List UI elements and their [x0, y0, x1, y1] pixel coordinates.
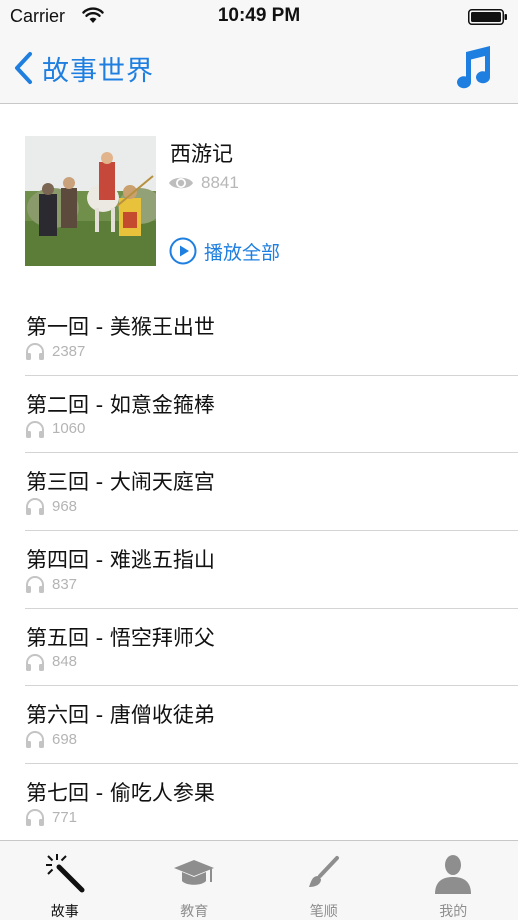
play-count-value: 1060 — [52, 420, 86, 438]
list-item[interactable]: 第四回 - 难逃五指山 837 — [25, 531, 518, 609]
headphones-icon — [26, 653, 44, 671]
list-item[interactable]: 第一回 - 美猴王出世 2387 — [25, 298, 518, 376]
list-item[interactable]: 第七回 - 偷吃人参果 771 — [25, 764, 518, 842]
person-icon — [435, 855, 472, 894]
views-count: 8841 — [201, 173, 239, 192]
headphones-icon — [26, 731, 44, 749]
play-count: 1060 — [25, 419, 85, 439]
list-item[interactable]: 第三回 - 大闹天庭宫 968 — [25, 453, 518, 532]
play-count-value: 848 — [52, 653, 78, 671]
play-count-value: 771 — [52, 808, 78, 826]
episode-title: 第四回 - 难逃五指山 — [26, 548, 215, 573]
play-all-label: 播放全部 — [204, 241, 281, 264]
play-count-value: 837 — [52, 575, 78, 593]
episode-title: 第五回 - 悟空拜师父 — [26, 625, 215, 650]
navigation-bar: 故事世界 — [0, 34, 518, 104]
play-count: 698 — [25, 729, 77, 749]
paintbrush-icon — [308, 856, 339, 887]
back-title: 故事世界 — [42, 55, 154, 87]
tab-education[interactable]: 教育 — [130, 841, 260, 920]
battery-icon — [468, 9, 507, 25]
back-button[interactable]: 故事世界 — [12, 48, 154, 88]
eye-icon — [169, 177, 193, 189]
play-count: 837 — [25, 574, 77, 594]
episode-title: 第二回 - 如意金箍棒 — [26, 392, 215, 417]
headphones-icon — [26, 576, 44, 594]
list-item[interactable]: 第二回 - 如意金箍棒 1060 — [25, 376, 518, 454]
episode-title: 第六回 - 唐僧收徒弟 — [26, 703, 215, 728]
tab-label: 我的 — [439, 904, 468, 920]
tab-label: 笔顺 — [309, 904, 338, 920]
headphones-icon — [26, 420, 44, 438]
play-count-value: 2387 — [52, 342, 86, 360]
play-all-button[interactable]: 播放全部 — [169, 236, 280, 266]
tab-stroke-order[interactable]: 笔顺 — [259, 841, 389, 920]
play-count: 848 — [25, 652, 77, 672]
episode-title: 第七回 - 偷吃人参果 — [26, 781, 215, 806]
status-bar: Carrier 10:49 PM — [0, 0, 518, 34]
headphones-icon — [26, 343, 44, 360]
list-item[interactable]: 第六回 - 唐僧收徒弟 698 — [25, 686, 518, 765]
album-cover-image — [25, 136, 156, 266]
cover-illustration — [25, 136, 156, 266]
chevron-left-icon — [15, 52, 32, 84]
play-count: 2387 — [25, 341, 85, 361]
album-title: 西游记 — [170, 142, 233, 166]
list-item[interactable]: 第五回 - 悟空拜师父 848 — [25, 609, 518, 687]
episode-list: 第一回 - 美猴王出世 2387 第二回 - 如意金箍棒 1060 第三回 - … — [0, 298, 518, 842]
tab-label: 故事 — [50, 904, 79, 920]
play-circle-icon — [169, 237, 197, 265]
tab-story[interactable]: 故事 — [0, 841, 130, 920]
tab-label: 教育 — [180, 904, 209, 920]
status-time: 10:49 PM — [217, 5, 301, 26]
play-count-value: 698 — [52, 730, 78, 748]
episode-title: 第一回 - 美猴王出世 — [26, 315, 215, 339]
tab-bar: 故事 教育 笔顺 我的 — [0, 840, 518, 920]
play-count-value: 968 — [52, 497, 78, 515]
magic-wand-icon — [45, 854, 85, 893]
graduation-cap-icon — [174, 860, 215, 885]
views-stat: 8841 — [168, 172, 239, 194]
music-note-icon[interactable] — [450, 44, 494, 90]
play-count: 771 — [25, 807, 77, 827]
headphones-icon — [26, 809, 44, 827]
tab-profile[interactable]: 我的 — [389, 841, 518, 920]
play-count: 968 — [25, 496, 77, 516]
episode-title: 第三回 - 大闹天庭宫 — [26, 470, 215, 495]
headphones-icon — [26, 498, 44, 516]
